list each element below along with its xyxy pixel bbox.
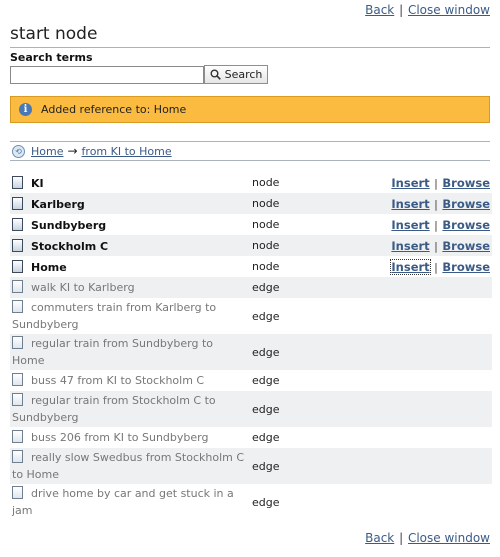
row-type: node <box>252 218 280 231</box>
table-row: Karlberg node Insert | Browse <box>10 193 492 214</box>
row-type: node <box>248 193 390 214</box>
insert-link[interactable]: Insert <box>391 239 429 253</box>
browse-link[interactable]: Browse <box>442 239 490 253</box>
row-name: buss 206 from KI to Sundbyberg <box>31 431 209 444</box>
top-nav: Back | Close window <box>365 3 490 17</box>
breadcrumb-current-link[interactable]: from KI to Home <box>82 145 172 158</box>
search-button-label: Search <box>224 68 263 81</box>
row-name: Stockholm C <box>31 239 109 253</box>
row-type: edge <box>248 391 390 427</box>
document-icon <box>12 238 23 252</box>
back-link[interactable]: Back <box>365 531 394 545</box>
row-type: edge <box>248 448 390 484</box>
table-row: really slow Swedbus from Stockholm C to … <box>10 448 492 484</box>
document-icon <box>12 430 23 443</box>
row-type: edge <box>252 431 280 444</box>
table-row: regular train from Sundbyberg to Home ed… <box>10 334 492 370</box>
table-row: regular train from Stockholm C to Sundby… <box>10 391 492 427</box>
row-name: KI <box>31 176 44 190</box>
breadcrumb: ⟲ Home → from KI to Home <box>10 141 490 161</box>
document-icon <box>12 196 23 210</box>
document-icon <box>12 217 23 231</box>
insert-link[interactable]: Insert <box>391 218 429 232</box>
table-row: buss 206 from KI to Sundbyberg edge <box>10 427 492 448</box>
table-row: Sundbyberg node Insert | Browse <box>10 214 492 235</box>
row-type: edge <box>252 309 280 323</box>
row-name: regular train from Stockholm C to Sundby… <box>12 394 216 424</box>
close-window-link[interactable]: Close window <box>408 531 490 545</box>
browse-link[interactable]: Browse <box>442 260 490 274</box>
table-row: KI node Insert | Browse <box>10 172 492 193</box>
search-button[interactable]: Search <box>204 65 268 84</box>
row-type: edge <box>248 334 390 370</box>
action-separator: | <box>434 239 438 253</box>
action-separator: | <box>434 260 438 274</box>
info-icon: i <box>19 103 32 116</box>
document-icon <box>12 393 23 406</box>
row-name: Home <box>31 260 67 274</box>
notice-banner: i Added reference to: Home <box>10 96 490 123</box>
insert-link[interactable]: Insert <box>390 258 431 275</box>
nav-separator: | <box>399 3 404 17</box>
row-name: Karlberg <box>31 197 85 211</box>
row-type: edge <box>252 495 280 509</box>
breadcrumb-arrow: → <box>67 144 78 158</box>
row-name: commuters train from Karlberg to Sundbyb… <box>12 301 217 331</box>
notice-text: Added reference to: Home <box>41 103 187 116</box>
row-name: walk KI to Karlberg <box>31 281 135 294</box>
close-window-link[interactable]: Close window <box>408 3 490 17</box>
results-table: KI node Insert | Browse Karlberg node In… <box>10 172 492 520</box>
document-icon <box>12 450 23 463</box>
document-icon <box>12 280 23 293</box>
browse-link[interactable]: Browse <box>442 197 490 211</box>
table-row: drive home by car and get stuck in a jam… <box>10 484 492 520</box>
search-label: Search terms <box>10 51 93 64</box>
table-row: Home node Insert | Browse <box>10 256 492 277</box>
row-type: edge <box>252 374 280 387</box>
breadcrumb-icon: ⟲ <box>12 144 25 158</box>
row-name: drive home by car and get stuck in a jam <box>12 487 234 517</box>
row-type: edge <box>248 277 390 298</box>
row-type: node <box>248 235 390 256</box>
action-separator: | <box>434 197 438 211</box>
table-row: walk KI to Karlberg edge <box>10 277 492 298</box>
row-type: node <box>252 260 280 273</box>
row-name: buss 47 from KI to Stockholm C <box>31 374 205 387</box>
action-separator: | <box>434 176 438 190</box>
page-title: start node <box>10 24 490 48</box>
browse-link[interactable]: Browse <box>442 176 490 190</box>
table-row: Stockholm C node Insert | Browse <box>10 235 492 256</box>
back-link[interactable]: Back <box>365 3 394 17</box>
browse-link[interactable]: Browse <box>442 218 490 232</box>
document-icon <box>12 336 23 349</box>
search-input[interactable] <box>10 66 204 84</box>
document-icon <box>12 259 23 273</box>
insert-link[interactable]: Insert <box>391 176 429 190</box>
search-icon <box>210 69 221 80</box>
document-icon <box>12 300 23 313</box>
row-name: regular train from Sundbyberg to Home <box>12 337 214 367</box>
document-icon <box>12 486 23 499</box>
table-row: buss 47 from KI to Stockholm C edge <box>10 370 492 391</box>
action-separator: | <box>434 218 438 232</box>
document-icon <box>12 373 23 386</box>
document-icon <box>12 175 23 189</box>
insert-link[interactable]: Insert <box>391 197 429 211</box>
row-type: node <box>252 176 280 189</box>
row-name: Sundbyberg <box>31 218 107 232</box>
bottom-nav: Back | Close window <box>365 531 490 545</box>
breadcrumb-home-link[interactable]: Home <box>31 145 63 158</box>
row-name: really slow Swedbus from Stockholm C to … <box>12 451 245 481</box>
table-row: commuters train from Karlberg to Sundbyb… <box>10 298 492 334</box>
nav-separator: | <box>399 531 404 545</box>
